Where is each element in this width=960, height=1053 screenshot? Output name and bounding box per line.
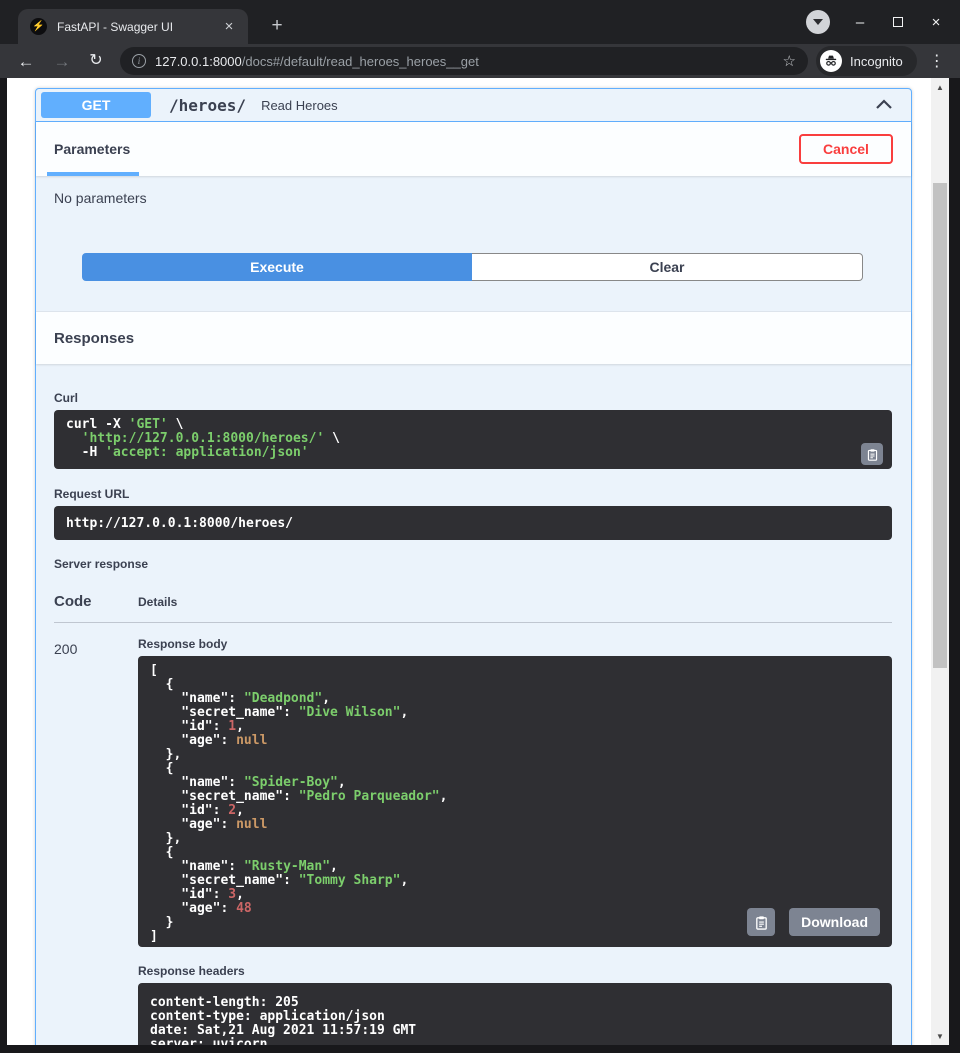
parameters-body: No parameters Execute Clear [36,176,911,281]
code-line: -H 'accept: application/json' [66,446,880,460]
url-host: 127.0.0.1:8000 [155,54,242,69]
code-line: 'http://127.0.0.1:8000/heroes/' \ [66,432,880,446]
code-line: "age": null [150,734,880,748]
code-line: http://127.0.0.1:8000/heroes/ [66,517,293,530]
server-response-label: Server response [54,557,892,571]
method-get-badge: GET [41,92,151,118]
request-url-block: http://127.0.0.1:8000/heroes/ [54,506,892,540]
cancel-button[interactable]: Cancel [799,134,893,164]
response-table-header: Code Details [54,593,892,610]
responses-title: Responses [54,330,134,347]
code-line: content-type: application/json [150,1010,880,1024]
code-line: "name": "Deadpond", [150,692,880,706]
code-line: [ [150,664,880,678]
code-line: { [150,846,880,860]
address-bar[interactable]: i 127.0.0.1:8000/docs#/default/read_hero… [120,47,808,75]
code-line: date: Sat,21 Aug 2021 11:57:19 GMT [150,1024,880,1038]
close-window-button[interactable]: × [928,15,944,30]
code-line: "name": "Spider-Boy", [150,776,880,790]
code-line: "id": 2, [150,804,880,818]
execute-wrapper: Execute Clear [82,253,863,281]
code-line: "secret_name": "Pedro Parqueador", [150,790,880,804]
maximize-button[interactable] [890,17,906,27]
browser-tab[interactable]: ⚡ FastAPI - Swagger UI × [18,9,248,44]
endpoint-summary: Read Heroes [261,98,338,113]
code-line: { [150,678,880,692]
code-line: "age": null [150,818,880,832]
collapse-chevron-icon[interactable] [875,97,893,113]
status-code: 200 [54,637,138,1045]
incognito-badge: Incognito [816,46,917,76]
browser-menu-circle-icon[interactable] [806,10,830,34]
window-controls: – × [806,0,960,44]
response-headers-block: content-length: 205content-type: applica… [138,983,892,1045]
code-line: { [150,762,880,776]
page-scrollbar[interactable]: ▲ ▼ [931,78,949,1045]
tab-parameters[interactable]: Parameters [54,141,130,157]
responses-header: Responses [36,312,911,364]
endpoint-path: /heroes/ [169,96,246,115]
site-info-icon[interactable]: i [132,54,146,68]
url-path: /docs#/default/read_heroes_heroes__get [242,54,479,69]
opblock-summary[interactable]: GET /heroes/ Read Heroes [36,89,911,122]
response-headers-label: Response headers [138,964,892,978]
tab-close-icon[interactable]: × [220,18,238,36]
parameters-header: Parameters Cancel [36,122,911,176]
minimize-button[interactable]: – [852,15,868,30]
copy-response-icon[interactable] [747,908,775,936]
code-line: "id": 1, [150,720,880,734]
table-divider [54,622,892,623]
response-details: Response body [ { "name": "Deadpond", "s… [138,637,892,1045]
new-tab-button[interactable]: + [264,13,290,39]
code-line: }, [150,832,880,846]
forward-icon[interactable]: → [50,53,74,70]
code-line: "secret_name": "Dive Wilson", [150,706,880,720]
code-line: }, [150,748,880,762]
execute-button[interactable]: Execute [82,253,472,281]
curl-label: Curl [54,391,892,405]
browser-menu-kebab-icon[interactable]: ⋮ [927,51,947,71]
code-line: curl -X 'GET' \ [66,418,880,432]
response-body-block: [ { "name": "Deadpond", "secret_name": "… [138,656,892,947]
browser-window: ⚡ FastAPI - Swagger UI × + – × ← → ↻ i 1… [0,0,960,1053]
response-body-actions: Download [747,908,880,936]
responses-body: Curl curl -X 'GET' \ 'http://127.0.0.1:8… [36,364,911,1045]
scroll-down-icon[interactable]: ▼ [931,1029,949,1043]
code-line: server: uvicorn [150,1038,880,1045]
code-line: "name": "Rusty-Man", [150,860,880,874]
response-body-label: Response body [138,637,892,651]
scrollbar-thumb[interactable] [933,183,947,668]
no-parameters-text: No parameters [54,190,893,206]
code-line: "secret_name": "Tommy Sharp", [150,874,880,888]
code-line: content-length: 205 [150,996,880,1010]
opblock-get-heroes: GET /heroes/ Read Heroes Parameters Canc… [35,88,912,1045]
download-button[interactable]: Download [789,908,880,936]
response-row-200: 200 Response body [ { "name": "Deadpond"… [54,637,892,1045]
reload-icon[interactable]: ↻ [84,53,108,69]
page-viewport: GET /heroes/ Read Heroes Parameters Canc… [7,78,949,1045]
parameters-active-underline [47,172,139,176]
browser-toolbar: ← → ↻ i 127.0.0.1:8000/docs#/default/rea… [0,44,960,78]
url-text[interactable]: 127.0.0.1:8000/docs#/default/read_heroes… [155,54,783,69]
clear-button[interactable]: Clear [472,253,863,281]
tab-title: FastAPI - Swagger UI [57,20,220,34]
scroll-up-icon[interactable]: ▲ [931,80,949,94]
incognito-label: Incognito [850,54,903,69]
tab-strip: ⚡ FastAPI - Swagger UI × + – × [0,0,960,44]
window-bottom-edge [0,1045,960,1053]
code-column-header: Code [54,593,138,610]
bookmark-star-icon[interactable]: ☆ [783,52,796,70]
code-line: "id": 3, [150,888,880,902]
curl-command-block: curl -X 'GET' \ 'http://127.0.0.1:8000/h… [54,410,892,469]
request-url-label: Request URL [54,487,892,501]
swagger-page: GET /heroes/ Read Heroes Parameters Canc… [7,78,931,1045]
details-column-header: Details [138,595,177,609]
incognito-icon [820,50,842,72]
back-icon[interactable]: ← [14,53,38,70]
fastapi-favicon-icon: ⚡ [30,18,47,35]
copy-curl-icon[interactable] [861,443,883,465]
